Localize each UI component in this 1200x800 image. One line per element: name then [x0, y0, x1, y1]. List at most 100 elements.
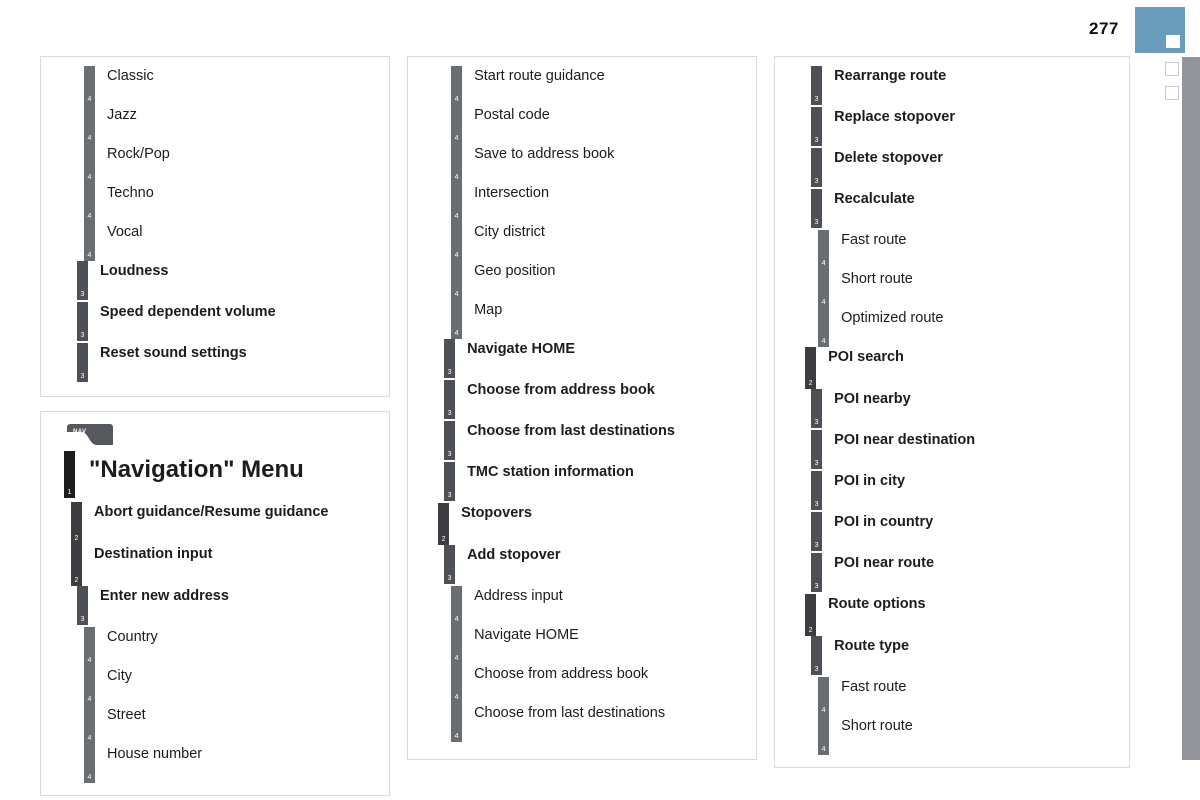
level-badge: 4	[451, 144, 463, 183]
menu-row-label: Add stopover	[467, 547, 561, 563]
accent-square	[1135, 7, 1185, 53]
nav-source-icon: NAV	[67, 424, 113, 445]
menu-row-level-3[interactable]: 3 Rearrange route	[785, 66, 1119, 107]
menu-row-label: City district	[474, 224, 545, 240]
level-badge: 4	[84, 222, 95, 261]
menu-row-level-3[interactable]: 3 Delete stopover	[785, 148, 1119, 189]
level-badge: 4	[451, 586, 463, 625]
menu-row-level-3[interactable]: 3 Recalculate	[785, 189, 1119, 230]
menu-row-level-3[interactable]: 3 Choose from last destinations	[418, 421, 746, 462]
page-number: 277	[1089, 19, 1119, 38]
menu-row-label: City	[107, 668, 132, 684]
menu-row-level-3[interactable]: 3 Choose from address book	[418, 380, 746, 421]
menu-row-level-4[interactable]: 4 Street	[51, 705, 379, 744]
menu-row-level-4[interactable]: 4 House number	[51, 744, 379, 783]
menu-row-level-1[interactable]: 1 "Navigation" Menu	[51, 451, 379, 502]
menu-row-level-3[interactable]: 3 Navigate HOME	[418, 339, 746, 380]
menu-row-level-4[interactable]: 4 Choose from last destinations	[418, 703, 746, 742]
panel-destination-continued: 4 Start route guidance 4 Postal code 4 Save t…	[407, 56, 758, 760]
menu-row-level-3[interactable]: 3 Speed dependent volume	[51, 302, 379, 343]
menu-row-label: Fast route	[841, 679, 907, 695]
menu-row-label: POI search	[828, 349, 904, 365]
menu-row-level-4[interactable]: 4 Intersection	[418, 183, 746, 222]
menu-row-label: Route options	[828, 596, 926, 612]
menu-row-label: Rock/Pop	[107, 146, 170, 162]
menu-row-level-4[interactable]: 4 Start route guidance	[418, 66, 746, 105]
menu-row-level-3[interactable]: 3 POI near destination	[785, 430, 1119, 471]
chapter-marker-box-1	[1165, 62, 1179, 76]
menu-row-level-4[interactable]: 4 Jazz	[51, 105, 379, 144]
menu-row-level-4[interactable]: 4 Country	[51, 627, 379, 666]
level-badge: 4	[84, 183, 95, 222]
menu-row-label: Short route	[841, 271, 913, 287]
menu-row-label: Map	[474, 302, 503, 318]
menu-row-label: Reset sound settings	[100, 345, 247, 361]
menu-row-level-3[interactable]: 3 Add stopover	[418, 545, 746, 586]
menu-row-level-4[interactable]: 4 Address input	[418, 586, 746, 625]
menu-row-level-4[interactable]: 4 Fast route	[785, 677, 1119, 716]
menu-row-level-4[interactable]: 4 Geo position	[418, 261, 746, 300]
menu-row-label: Fast route	[841, 232, 907, 248]
menu-row-level-3[interactable]: 3 Route type	[785, 636, 1119, 677]
menu-row-level-2[interactable]: 2 Stopovers	[418, 503, 746, 545]
panel-sound-settings: 4 Classic 4 Jazz 4 Rock/Pop 4 Techno 4 Vocal 3 Loud…	[40, 56, 391, 397]
level-badge: 2	[805, 347, 817, 389]
menu-row-label: "Navigation" Menu	[89, 456, 304, 483]
menu-row-label: Vocal	[107, 224, 143, 240]
level-badge: 2	[71, 502, 82, 544]
menu-row-level-2[interactable]: 2 Abort guidance/Resume guidance	[51, 502, 379, 544]
menu-row-level-4[interactable]: 4 Navigate HOME	[418, 625, 746, 664]
menu-row-level-4[interactable]: 4 Classic	[51, 66, 379, 105]
menu-row-label: Speed dependent volume	[100, 304, 276, 320]
level-badge: 3	[444, 421, 456, 460]
menu-row-label: POI in country	[834, 514, 934, 530]
level-badge: 3	[77, 302, 88, 341]
menu-row-level-3[interactable]: 3 Loudness	[51, 261, 379, 302]
level-badge: 3	[444, 380, 456, 419]
menu-row-level-3[interactable]: 3 Replace stopover	[785, 107, 1119, 148]
menu-row-level-4[interactable]: 4 Rock/Pop	[51, 144, 379, 183]
menu-row-level-4[interactable]: 4 Choose from address book	[418, 664, 746, 703]
menu-row-level-2[interactable]: 2 Route options	[785, 594, 1119, 636]
level-badge: 4	[84, 666, 95, 705]
menu-row-label: Short route	[841, 718, 913, 734]
level-badge: 3	[77, 261, 88, 300]
menu-row-level-4[interactable]: 4 Save to address book	[418, 144, 746, 183]
menu-row-label: Destination input	[94, 546, 213, 562]
menu-row-level-4[interactable]: 4 Short route	[785, 269, 1119, 308]
level-badge: 3	[811, 389, 823, 428]
level-badge: 3	[811, 66, 823, 105]
menu-row-level-2[interactable]: 2 Destination input	[51, 544, 379, 586]
level-badge: 3	[811, 512, 823, 551]
menu-row-level-3[interactable]: 3 TMC station information	[418, 462, 746, 503]
page-edge-bar	[1182, 57, 1200, 760]
menu-row-level-4[interactable]: 4 Fast route	[785, 230, 1119, 269]
level-badge: 4	[84, 744, 95, 783]
level-badge: 3	[811, 430, 823, 469]
menu-row-level-4[interactable]: 4 City district	[418, 222, 746, 261]
level-badge: 4	[818, 308, 830, 347]
menu-row-level-4[interactable]: 4 Map	[418, 300, 746, 339]
menu-row-level-3[interactable]: 3 POI nearby	[785, 389, 1119, 430]
menu-row-level-3[interactable]: 3 Reset sound settings	[51, 343, 379, 384]
menu-row-label: Jazz	[107, 107, 137, 123]
level-badge: 3	[811, 189, 823, 228]
menu-row-level-3[interactable]: 3 POI in country	[785, 512, 1119, 553]
menu-row-level-2[interactable]: 2 POI search	[785, 347, 1119, 389]
menu-row-label: Route type	[834, 638, 910, 654]
menu-row-level-4[interactable]: 4 Optimized route	[785, 308, 1119, 347]
menu-row-level-3[interactable]: 3 POI near route	[785, 553, 1119, 594]
level-badge: 4	[451, 703, 463, 742]
menu-row-level-4[interactable]: 4 Postal code	[418, 105, 746, 144]
menu-row-label: Recalculate	[834, 191, 915, 207]
menu-row-level-4[interactable]: 4 Vocal	[51, 222, 379, 261]
menu-row-label: Choose from address book	[467, 382, 655, 398]
menu-row-level-3[interactable]: 3 Enter new address	[51, 586, 379, 627]
menu-row-level-3[interactable]: 3 POI in city	[785, 471, 1119, 512]
menu-row-level-4[interactable]: 4 City	[51, 666, 379, 705]
menu-row-label: POI nearby	[834, 391, 911, 407]
menu-row-label: Choose from last destinations	[474, 705, 666, 721]
menu-row-label: House number	[107, 746, 203, 762]
menu-row-level-4[interactable]: 4 Short route	[785, 716, 1119, 755]
menu-row-level-4[interactable]: 4 Techno	[51, 183, 379, 222]
